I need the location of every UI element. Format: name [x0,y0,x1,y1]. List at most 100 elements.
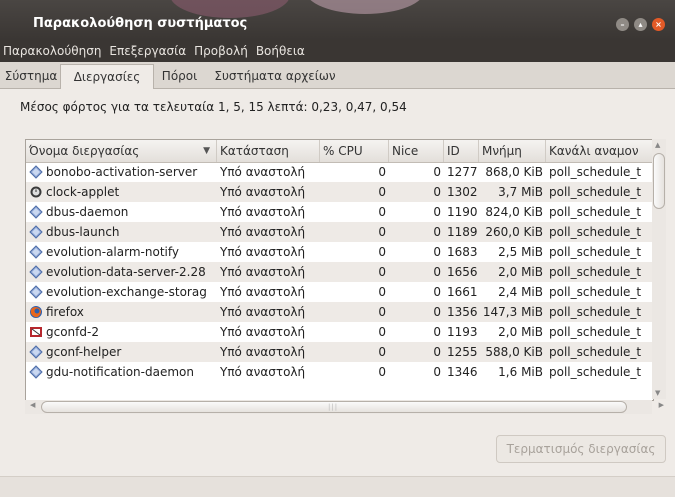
cell-wait-channel: poll_schedule_t [549,285,642,299]
cell-name: firefox [46,305,84,319]
cell-wait-channel: poll_schedule_t [549,325,642,339]
cell-nice: 0 [433,325,441,339]
cell-memory: 588,0 KiB [485,345,543,359]
column-header-state[interactable]: Κατάσταση [217,140,320,162]
cell-nice: 0 [433,345,441,359]
menu-view[interactable]: Προβολή [190,44,252,58]
cell-state: Υπό αναστολή [220,365,306,379]
column-header-wait-channel[interactable]: Κανάλι αναμον [546,140,653,162]
window-title: Παρακολούθηση συστήματος [33,16,248,31]
horizontal-scroll-thumb[interactable]: ||| [41,401,627,413]
column-header-id[interactable]: ID [444,140,479,162]
cell-memory: 2,4 MiB [498,285,543,299]
cell-wait-channel: poll_schedule_t [549,165,642,179]
cell-name: evolution-alarm-notify [46,245,179,259]
sort-down-icon: ▼ [203,146,210,156]
column-header-memory[interactable]: Μνήμη [479,140,546,162]
cell-id: 1302 [447,185,478,199]
menu-monitor[interactable]: Παρακολούθηση [0,44,105,58]
cell-wait-channel: poll_schedule_t [549,305,642,319]
table-row[interactable]: evolution-alarm-notify Υπό αναστολή 0 0 1683… [26,242,653,262]
vertical-scrollbar[interactable]: ▲ ▼ [652,139,666,399]
table-row[interactable]: bonobo-activation-server Υπό αναστολή 0 0 12… [26,162,653,182]
cell-name: dbus-daemon [46,205,129,219]
column-header-name[interactable]: Όνομα διεργασίας ▼ [26,140,217,162]
table-row[interactable]: evolution-data-server-2.28 Υπό αναστολή 0 0… [26,262,653,282]
table-row[interactable]: dbus-launch Υπό αναστολή 0 0 1189 260,0 KiB po… [26,222,653,242]
cell-wait-channel: poll_schedule_t [549,185,642,199]
tab-processes[interactable]: Διεργασίες [60,64,154,89]
table-row[interactable]: gconfd-2 Υπό αναστολή 0 0 1193 2,0 MiB poll_sc… [26,322,653,342]
scroll-right-icon[interactable]: ▶ [659,401,664,409]
column-header-cpu[interactable]: % CPU [320,140,389,162]
cell-wait-channel: poll_schedule_t [549,345,642,359]
table-row[interactable]: gdu-notification-daemon Υπό αναστολή 0 0 134… [26,362,653,382]
cell-nice: 0 [433,185,441,199]
table-row[interactable]: gconf-helper Υπό αναστολή 0 0 1255 588,0 KiB p… [26,342,653,362]
cell-cpu: 0 [378,345,386,359]
cell-id: 1190 [447,205,478,219]
cell-memory: 1,6 MiB [498,365,543,379]
table-row[interactable]: evolution-exchange-storag Υπό αναστολή 0 0 1… [26,282,653,302]
grip-icon: ||| [328,403,339,411]
cell-id: 1255 [447,345,478,359]
cell-cpu: 0 [378,165,386,179]
cell-name: dbus-launch [46,225,120,239]
end-process-button[interactable]: Τερματισμός διεργασίας [496,435,666,463]
cell-nice: 0 [433,365,441,379]
scroll-left-icon[interactable]: ◀ [30,401,35,409]
cell-nice: 0 [433,205,441,219]
cell-memory: 2,0 MiB [498,325,543,339]
cell-memory: 2,0 MiB [498,265,543,279]
column-header-nice[interactable]: Nice [389,140,444,162]
cell-name: evolution-data-server-2.28 [46,265,206,279]
cell-name: bonobo-activation-server [46,165,198,179]
tab-system[interactable]: Σύστημα [2,66,60,87]
cell-memory: 824,0 KiB [485,205,543,219]
cell-wait-channel: poll_schedule_t [549,225,642,239]
cell-cpu: 0 [378,325,386,339]
cell-id: 1656 [447,265,478,279]
maximize-icon: ▴ [638,19,643,29]
menubar: Παρακολούθηση Επεξεργασία Προβολή Βοήθει… [0,40,675,62]
cell-cpu: 0 [378,205,386,219]
cell-wait-channel: poll_schedule_t [549,245,642,259]
horizontal-scrollbar[interactable]: ◀ ||| ▶ [25,400,664,414]
menu-edit[interactable]: Επεξεργασία [105,44,190,58]
minimize-icon: – [620,19,625,29]
close-icon: × [655,19,662,29]
cell-cpu: 0 [378,365,386,379]
minimize-button[interactable]: – [616,18,629,31]
table-row[interactable]: firefox Υπό αναστολή 0 0 1356 147,3 MiB poll_s… [26,302,653,322]
table-row[interactable]: clock-applet Υπό αναστολή 0 0 1302 3,7 MiB pol… [26,182,653,202]
tab-resources[interactable]: Πόροι [153,66,206,87]
column-header-label: Όνομα διεργασίας [29,144,140,158]
cell-id: 1356 [447,305,478,319]
cell-wait-channel: poll_schedule_t [549,365,642,379]
tab-filesystems[interactable]: Συστήματα αρχείων [206,66,344,87]
scroll-up-icon[interactable]: ▲ [655,141,660,149]
cell-cpu: 0 [378,265,386,279]
status-bar [0,476,675,497]
scroll-down-icon[interactable]: ▼ [655,389,660,397]
vertical-scroll-thumb[interactable] [653,153,665,209]
cell-name: gconf-helper [46,345,122,359]
cell-memory: 3,7 MiB [498,185,543,199]
cell-state: Υπό αναστολή [220,245,306,259]
maximize-button[interactable]: ▴ [634,18,647,31]
cell-cpu: 0 [378,245,386,259]
cell-cpu: 0 [378,225,386,239]
close-button[interactable]: × [652,18,665,31]
menu-help[interactable]: Βοήθεια [252,44,309,58]
load-average-label: Μέσος φόρτος για τα τελευταία 1, 5, 15 λ… [20,100,407,114]
cell-state: Υπό αναστολή [220,165,306,179]
cell-name: gconfd-2 [46,325,99,339]
cell-name: clock-applet [46,185,120,199]
cell-id: 1193 [447,325,478,339]
table-row[interactable]: dbus-daemon Υπό αναστολή 0 0 1190 824,0 KiB po… [26,202,653,222]
cell-nice: 0 [433,305,441,319]
cell-cpu: 0 [378,185,386,199]
process-table[interactable]: Όνομα διεργασίας ▼ Κατάσταση % CPU Nice … [25,139,654,401]
cell-wait-channel: poll_schedule_t [549,265,642,279]
cell-id: 1277 [447,165,478,179]
